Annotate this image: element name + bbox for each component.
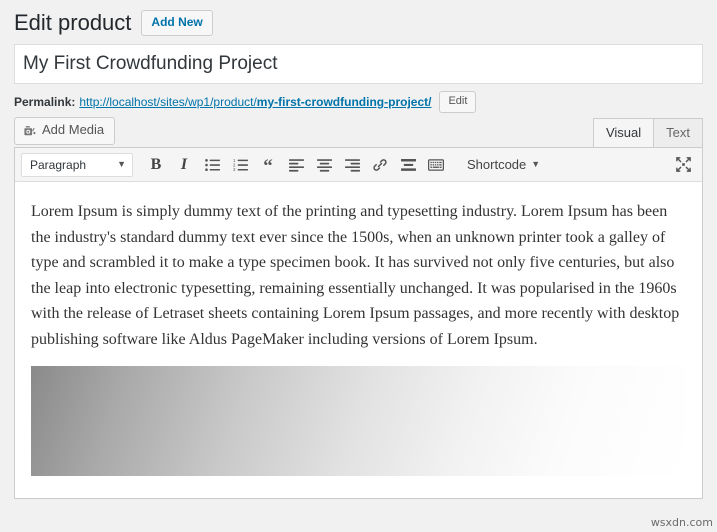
media-camera-icon	[23, 124, 37, 138]
paragraph-format-value: Paragraph	[30, 157, 87, 172]
align-left-button[interactable]	[283, 153, 309, 177]
read-more-button[interactable]	[395, 153, 421, 177]
content-paragraph: Lorem Ipsum is simply dummy text of the …	[31, 203, 680, 348]
blockquote-button[interactable]: “	[255, 151, 281, 179]
svg-text:3: 3	[233, 167, 236, 172]
permalink-slug: my-first-crowdfunding-project/	[256, 95, 432, 109]
add-new-button[interactable]: Add New	[141, 10, 213, 36]
bold-button[interactable]: B	[143, 153, 169, 177]
chevron-down-icon: ▼	[531, 159, 541, 169]
unordered-list-icon	[204, 158, 220, 171]
read-more-icon	[400, 158, 416, 171]
fullscreen-expand-icon	[675, 157, 691, 172]
page-title: Edit product	[14, 9, 132, 35]
content-image	[31, 366, 686, 476]
fullscreen-button[interactable]	[670, 153, 696, 177]
italic-button[interactable]: I	[171, 153, 197, 177]
page-header: Edit product Add New	[0, 0, 717, 38]
paragraph-format-select[interactable]: Paragraph ▼	[21, 152, 133, 177]
ordered-list-icon: 1 2 3	[233, 158, 248, 172]
add-media-label: Add Media	[42, 122, 105, 138]
edit-permalink-button[interactable]: Edit	[439, 91, 477, 113]
title-field-wrapper	[0, 38, 717, 84]
watermark: wsxdn.com	[650, 516, 713, 529]
permalink-label: Permalink:	[14, 95, 76, 109]
tab-text[interactable]: Text	[653, 117, 703, 148]
insert-link-button[interactable]	[367, 153, 393, 177]
align-right-button[interactable]	[339, 153, 365, 177]
shortcode-label: Shortcode	[467, 157, 527, 172]
align-center-icon	[316, 158, 332, 172]
post-title-input[interactable]	[14, 44, 703, 84]
editor-content-area[interactable]: Lorem Ipsum is simply dummy text of the …	[15, 182, 702, 476]
link-icon	[373, 158, 387, 171]
add-media-button[interactable]: Add Media	[14, 117, 116, 145]
tab-visual[interactable]: Visual	[592, 117, 654, 148]
numbered-list-button[interactable]: 1 2 3	[227, 153, 253, 177]
keyboard-toolbar-icon	[428, 158, 444, 171]
toolbar-toggle-button[interactable]	[423, 153, 449, 177]
permalink-link[interactable]: http://localhost/sites/wp1/product/my-fi…	[79, 95, 431, 109]
align-right-icon	[344, 158, 360, 172]
editor-mode-tabs: Visual Text	[592, 117, 703, 148]
editor-container: Paragraph ▼ B I 1 2 3 “ Shortcode ▼ Lore…	[14, 147, 703, 499]
editor-toolbar: Paragraph ▼ B I 1 2 3 “ Shortcode ▼	[15, 148, 702, 182]
chevron-down-icon: ▼	[117, 159, 126, 169]
permalink-base: http://localhost/sites/wp1/product/	[79, 95, 257, 109]
align-center-button[interactable]	[311, 153, 337, 177]
shortcode-dropdown[interactable]: Shortcode ▼	[461, 153, 546, 177]
permalink-row: Permalink: http://localhost/sites/wp1/pr…	[0, 84, 717, 113]
align-left-icon	[288, 158, 304, 172]
bulleted-list-button[interactable]	[199, 153, 225, 177]
media-and-tabs-row: Add Media Visual Text	[0, 112, 717, 148]
